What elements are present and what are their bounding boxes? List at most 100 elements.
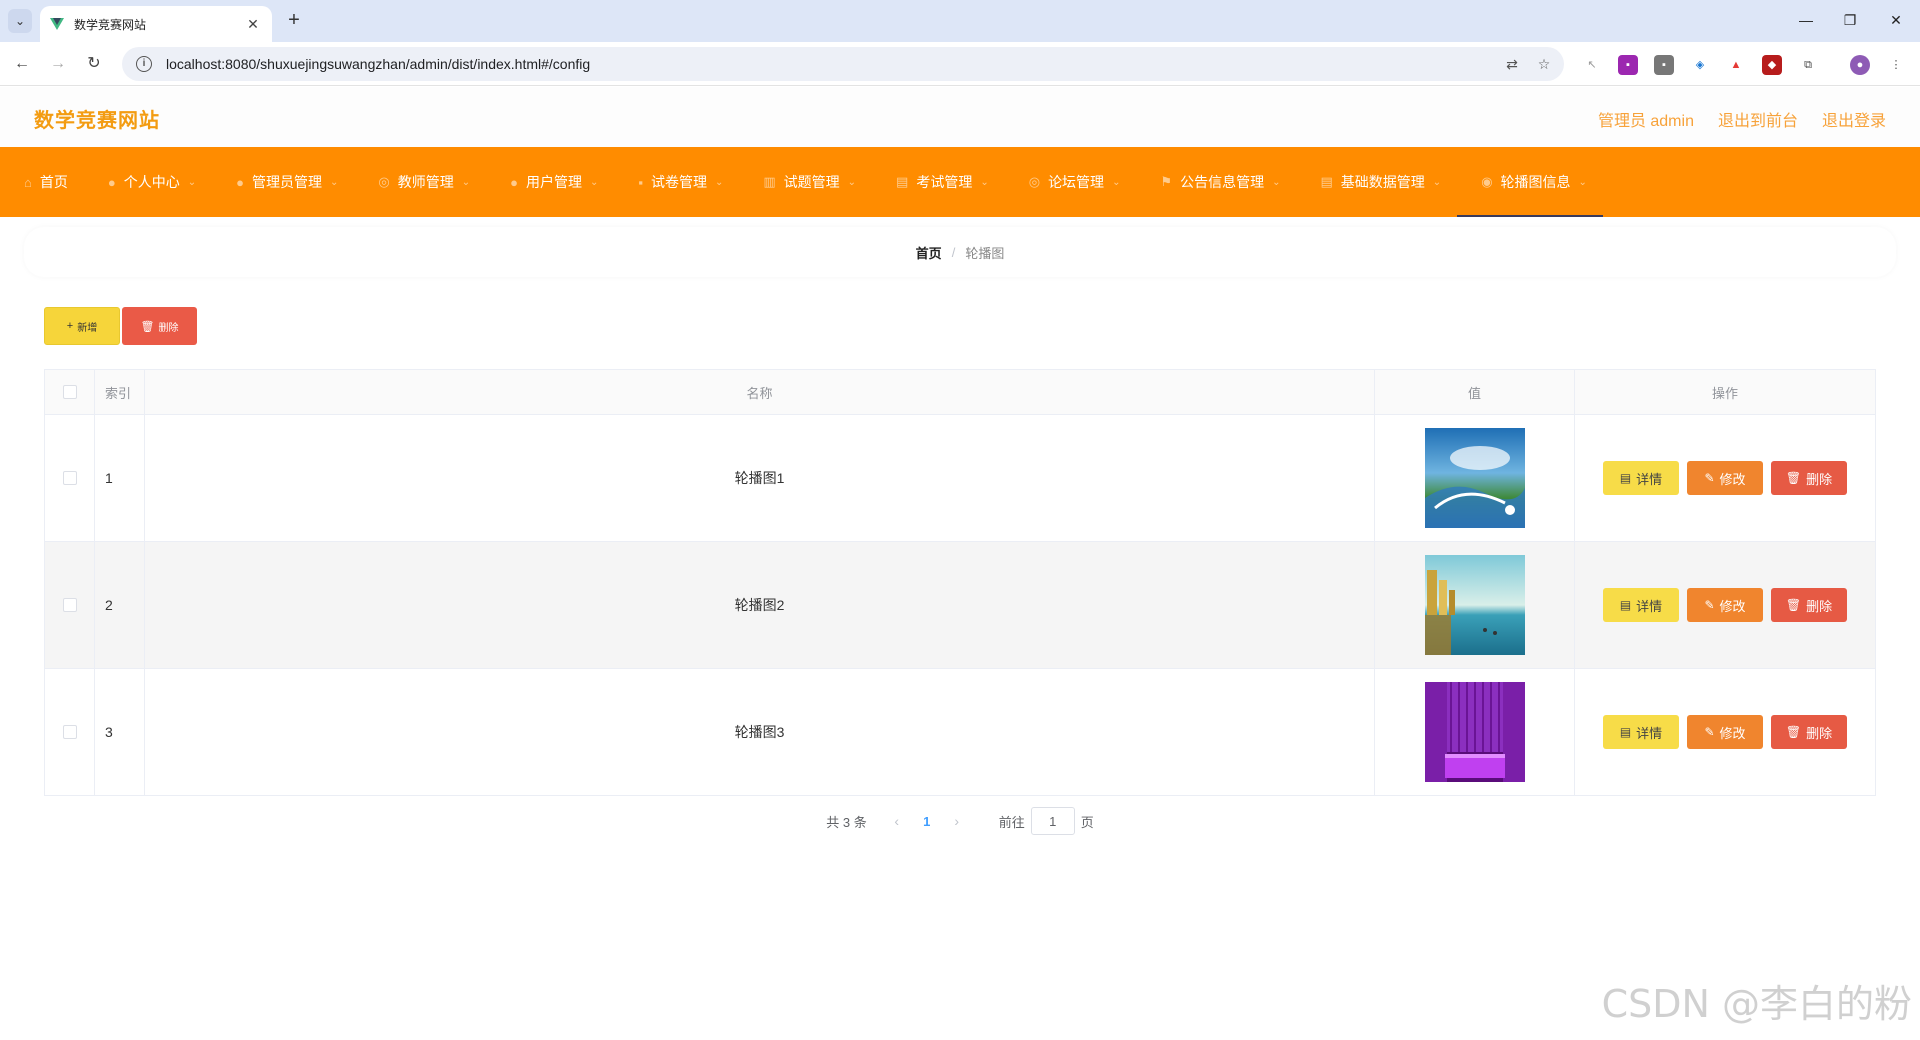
extension-purple-icon[interactable]: ▪ (1618, 55, 1638, 75)
menu-item-admins[interactable]: ● 管理员管理 ⌄ (212, 147, 354, 217)
pagination-total: 共 3 条 (826, 814, 867, 830)
row-index: 3 (95, 669, 145, 795)
chevron-down-icon: ⌄ (714, 176, 724, 188)
delete-label: 删除 (1806, 471, 1833, 487)
row-checkbox[interactable] (62, 725, 77, 739)
browser-menu-icon[interactable]: ⋮ (1886, 55, 1906, 75)
delete-button[interactable]: 🗑 删除 (1771, 588, 1847, 622)
menu-item-teachers[interactable]: ◎ 教师管理 ⌄ (354, 147, 486, 217)
tab-title: 数学竞赛网站 (74, 17, 147, 32)
row-actions-cell: ▤ 详情 ✎ 修改 🗑 删除 (1575, 415, 1875, 541)
carousel-thumbnail-stage[interactable] (1424, 682, 1525, 782)
plus-icon: + (66, 320, 74, 332)
forward-icon[interactable]: → (46, 52, 70, 76)
edit-button[interactable]: ✎ 修改 (1687, 715, 1763, 749)
pencil-icon: ✎ (1704, 598, 1715, 612)
menu-item-home[interactable]: ⌂ 首页 (0, 147, 84, 217)
menu-label: 用户管理 (525, 174, 582, 190)
detail-button[interactable]: ▤ 详情 (1603, 715, 1679, 749)
menu-item-carousel[interactable]: ◉ 轮播图信息 ⌄ (1457, 147, 1603, 217)
home-icon: ⌂ (24, 174, 32, 190)
menu-label: 管理员管理 (251, 174, 322, 190)
extension-shield-icon[interactable]: ◆ (1762, 55, 1782, 75)
detail-button[interactable]: ▤ 详情 (1603, 461, 1679, 495)
chevron-down-icon: ⌄ (1578, 176, 1587, 188)
detail-label: 详情 (1636, 598, 1663, 614)
goto-page-input[interactable] (1030, 807, 1075, 835)
logout-link[interactable]: 退出登录 (1822, 107, 1886, 131)
menu-item-papers[interactable]: ▪ 试卷管理 ⌄ (614, 147, 739, 217)
tab-close-icon[interactable]: ✕ (244, 16, 262, 33)
menu-label: 教师管理 (397, 174, 454, 190)
edit-button[interactable]: ✎ 修改 (1687, 461, 1763, 495)
menu-item-questions[interactable]: ▥ 试题管理 ⌄ (739, 147, 872, 217)
extension-cursor-icon[interactable]: ↖ (1582, 55, 1602, 75)
tab-search-chevron-icon[interactable]: ⌄ (8, 9, 32, 33)
row-index: 2 (95, 542, 145, 668)
menu-item-basedata[interactable]: ▤ 基础数据管理 ⌄ (1297, 147, 1458, 217)
delete-button[interactable]: 🗑 删除 (1771, 461, 1847, 495)
menu-item-exams[interactable]: ▤ 考试管理 ⌄ (872, 147, 1005, 217)
document-icon: ▤ (1619, 725, 1632, 739)
menu-label: 考试管理 (916, 174, 973, 190)
chevron-down-icon: ⌄ (589, 176, 599, 188)
circle-icon: ◎ (378, 174, 390, 189)
prev-page-icon[interactable]: ‹ (885, 813, 909, 829)
row-name: 轮播图3 (145, 669, 1375, 795)
pagination: 共 3 条 ‹ 1 › 前往 页 (24, 807, 1896, 835)
menu-item-users[interactable]: ● 用户管理 ⌄ (486, 147, 614, 217)
menu-item-forum[interactable]: ◎ 论坛管理 ⌄ (1005, 147, 1137, 217)
extension-gray-icon[interactable]: ▪ (1654, 55, 1674, 75)
table-row: 2 轮播图2 ▤ 详情 ✎ 修改 🗑 删除 (45, 542, 1875, 669)
chevron-down-icon: ⌄ (980, 176, 989, 188)
address-bar-row: ← → ↻ i localhost:8080/shuxuejingsuwangz… (0, 42, 1920, 86)
reload-icon[interactable]: ↻ (82, 52, 106, 76)
delete-button[interactable]: 🗑 删除 (1771, 715, 1847, 749)
restore-icon[interactable]: ❐ (1836, 8, 1864, 32)
table-row: 3 轮播图3 ▤ 详情 ✎ 修改 🗑 删除 (45, 669, 1875, 795)
row-checkbox[interactable] (62, 598, 77, 612)
row-check-cell (45, 415, 95, 541)
url-text[interactable]: localhost:8080/shuxuejingsuwangzhan/admi… (166, 56, 590, 72)
header-index: 索引 (95, 370, 145, 414)
site-info-icon[interactable]: i (136, 56, 152, 72)
chevron-down-icon: ⌄ (1112, 176, 1121, 188)
menu-label: 轮播图信息 (1500, 174, 1571, 190)
batch-delete-button[interactable]: 🗑 删除 (122, 307, 197, 345)
extension-red-icon[interactable]: ▲ (1726, 55, 1746, 75)
exit-to-front-link[interactable]: 退出到前台 (1718, 107, 1798, 131)
breadcrumb-home[interactable]: 首页 (916, 243, 942, 262)
extensions-puzzle-icon[interactable]: ⧉ (1798, 55, 1818, 75)
translate-icon[interactable]: ⇄ (1502, 54, 1522, 74)
bookmark-star-icon[interactable]: ☆ (1534, 54, 1554, 74)
app-header: 数学竞赛网站 管理员 admin 退出到前台 退出登录 (0, 87, 1920, 147)
select-all-checkbox[interactable] (62, 385, 77, 399)
page-number[interactable]: 1 (909, 814, 945, 829)
menu-item-notices[interactable]: ⚑ 公告信息管理 ⌄ (1136, 147, 1296, 217)
menu-item-profile[interactable]: ● 个人中心 ⌄ (84, 147, 212, 217)
detail-button[interactable]: ▤ 详情 (1603, 588, 1679, 622)
admin-user-link[interactable]: 管理员 admin (1598, 107, 1694, 131)
carousel-thumbnail-beach[interactable] (1424, 555, 1525, 655)
browser-tab[interactable]: 数学竞赛网站 ✕ (40, 6, 272, 42)
table-row: 1 轮播图1 ▤ 详情 ✎ 修改 🗑 删除 (45, 415, 1875, 542)
carousel-thumbnail-golf[interactable] (1424, 428, 1525, 528)
new-tab-plus-icon[interactable]: + (282, 9, 306, 33)
row-value-cell (1375, 415, 1575, 541)
profile-avatar-icon[interactable]: ● (1850, 55, 1870, 75)
extension-blue-icon[interactable]: ◈ (1690, 55, 1710, 75)
vue-favicon-icon (50, 18, 64, 30)
minimize-icon[interactable]: — (1792, 8, 1820, 32)
edit-button[interactable]: ✎ 修改 (1687, 588, 1763, 622)
trash-icon: 🗑 (140, 320, 155, 333)
back-icon[interactable]: ← (10, 52, 34, 76)
close-window-icon[interactable]: ✕ (1882, 8, 1910, 32)
trash-icon: 🗑 (1785, 598, 1802, 612)
next-page-icon[interactable]: › (945, 813, 969, 829)
pin-icon: ◉ (1481, 174, 1493, 189)
url-omnibox[interactable]: i localhost:8080/shuxuejingsuwangzhan/ad… (122, 47, 1564, 81)
menu-label: 个人中心 (123, 174, 180, 190)
chevron-down-icon: ⌄ (329, 176, 339, 188)
add-button[interactable]: + 新增 (44, 307, 120, 345)
row-checkbox[interactable] (62, 471, 77, 485)
